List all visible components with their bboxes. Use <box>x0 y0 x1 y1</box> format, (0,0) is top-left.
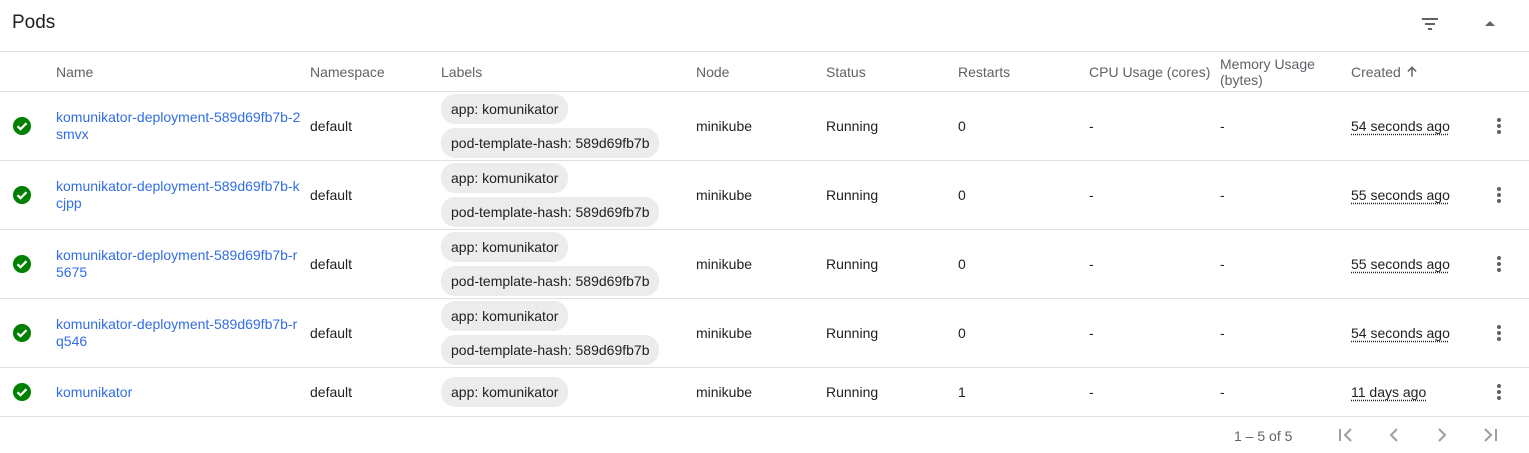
column-header-created-label: Created <box>1351 63 1401 80</box>
pod-memory-usage: - <box>1220 256 1225 272</box>
table-row: komunikator-deployment-589d69fb7b-2smvx … <box>0 92 1529 161</box>
pod-node: minikube <box>696 187 753 203</box>
next-page-icon[interactable] <box>1430 423 1454 447</box>
more-vert-icon[interactable] <box>1487 183 1511 207</box>
check-circle-icon <box>12 323 32 343</box>
column-header-memory: Memory Usage (bytes) <box>1220 55 1315 88</box>
pod-namespace: default <box>310 256 353 272</box>
more-vert-icon[interactable] <box>1487 114 1511 138</box>
column-header-created[interactable]: Created <box>1351 52 1419 91</box>
check-circle-icon <box>12 254 32 274</box>
label-chip: pod-template-hash: 589d69fb7b <box>441 335 660 365</box>
pod-status: Running <box>826 325 879 341</box>
first-page-icon[interactable] <box>1334 423 1358 447</box>
pod-name-link[interactable]: komunikator-deployment-589d69fb7b-2smvx <box>56 109 301 143</box>
pod-node: minikube <box>696 325 753 341</box>
label-chip: pod-template-hash: 589d69fb7b <box>441 128 660 158</box>
pod-name-link[interactable]: komunikator-deployment-589d69fb7b-kcjpp <box>56 178 301 212</box>
previous-page-icon[interactable] <box>1382 423 1406 447</box>
check-circle-icon <box>12 185 32 205</box>
pod-cpu-usage: - <box>1089 384 1094 400</box>
table-row: komunikator-deployment-589d69fb7b-r5675 … <box>0 230 1529 299</box>
pod-labels: app: komunikator pod-template-hash: 589d… <box>441 92 660 160</box>
pod-restarts: 0 <box>958 187 966 203</box>
pod-node: minikube <box>696 256 753 272</box>
pod-status: Running <box>826 118 879 134</box>
pod-created: 54 seconds ago <box>1351 325 1450 341</box>
filter-list-icon[interactable] <box>1418 12 1442 36</box>
paginator: 1 – 5 of 5 <box>0 417 1529 453</box>
pod-labels: app: komunikator pod-template-hash: 589d… <box>441 230 660 298</box>
pod-created: 55 seconds ago <box>1351 256 1450 272</box>
pod-restarts: 0 <box>958 325 966 341</box>
pod-namespace: default <box>310 384 353 400</box>
pod-restarts: 0 <box>958 256 966 272</box>
pod-status: Running <box>826 187 879 203</box>
sort-arrow-up-icon <box>1405 65 1419 79</box>
pod-namespace: default <box>310 325 353 341</box>
pod-name-link[interactable]: komunikator-deployment-589d69fb7b-rq546 <box>56 316 301 350</box>
pod-name-link[interactable]: komunikator <box>56 384 301 401</box>
check-circle-icon <box>12 382 32 402</box>
last-page-icon[interactable] <box>1478 423 1502 447</box>
more-vert-icon[interactable] <box>1487 252 1511 276</box>
pod-cpu-usage: - <box>1089 325 1094 341</box>
pod-cpu-usage: - <box>1089 187 1094 203</box>
check-circle-icon <box>12 116 32 136</box>
pod-labels: app: komunikator pod-template-hash: 589d… <box>441 299 660 367</box>
pod-name-link[interactable]: komunikator-deployment-589d69fb7b-r5675 <box>56 247 301 281</box>
table-row: komunikator-deployment-589d69fb7b-kcjpp … <box>0 161 1529 230</box>
pod-restarts: 0 <box>958 118 966 134</box>
more-vert-icon[interactable] <box>1487 321 1511 345</box>
table-header: Name Namespace Labels Node Status Restar… <box>0 52 1529 92</box>
column-header-labels: Labels <box>441 63 483 80</box>
pod-restarts: 1 <box>958 384 966 400</box>
pod-memory-usage: - <box>1220 118 1225 134</box>
pods-card: Pods Name Namespace Labels Node Status R… <box>0 0 1529 453</box>
pod-namespace: default <box>310 118 353 134</box>
pod-memory-usage: - <box>1220 187 1225 203</box>
column-header-status[interactable]: Status <box>826 52 866 91</box>
column-header-restarts[interactable]: Restarts <box>958 52 1010 91</box>
pod-node: minikube <box>696 384 753 400</box>
column-header-node[interactable]: Node <box>696 52 729 91</box>
label-chip: app: komunikator <box>441 94 569 124</box>
pod-status: Running <box>826 256 879 272</box>
label-chip: pod-template-hash: 589d69fb7b <box>441 197 660 227</box>
label-chip: app: komunikator <box>441 301 569 331</box>
pod-namespace: default <box>310 187 353 203</box>
column-header-namespace[interactable]: Namespace <box>310 52 385 91</box>
pod-created: 11 days ago <box>1351 384 1427 400</box>
pod-status: Running <box>826 384 879 400</box>
pod-node: minikube <box>696 118 753 134</box>
more-vert-icon[interactable] <box>1487 380 1511 404</box>
pod-cpu-usage: - <box>1089 118 1094 134</box>
pod-memory-usage: - <box>1220 384 1225 400</box>
label-chip: app: komunikator <box>441 163 569 193</box>
page-title: Pods <box>12 12 56 33</box>
paginator-range-label: 1 – 5 of 5 <box>1234 428 1293 444</box>
pod-cpu-usage: - <box>1089 256 1094 272</box>
pod-created: 54 seconds ago <box>1351 118 1450 134</box>
pod-memory-usage: - <box>1220 325 1225 341</box>
column-header-cpu: CPU Usage (cores) <box>1089 63 1211 80</box>
pod-labels: app: komunikator <box>441 368 569 416</box>
label-chip: app: komunikator <box>441 377 569 407</box>
table-row: komunikator default app: komunikator min… <box>0 368 1529 417</box>
label-chip: app: komunikator <box>441 232 569 262</box>
pod-created: 55 seconds ago <box>1351 187 1450 203</box>
column-header-name[interactable]: Name <box>56 52 93 91</box>
pod-labels: app: komunikator pod-template-hash: 589d… <box>441 161 660 229</box>
card-header: Pods <box>0 0 1529 52</box>
arrow-drop-up-icon[interactable] <box>1478 12 1502 36</box>
table-row: komunikator-deployment-589d69fb7b-rq546 … <box>0 299 1529 368</box>
label-chip: pod-template-hash: 589d69fb7b <box>441 266 660 296</box>
